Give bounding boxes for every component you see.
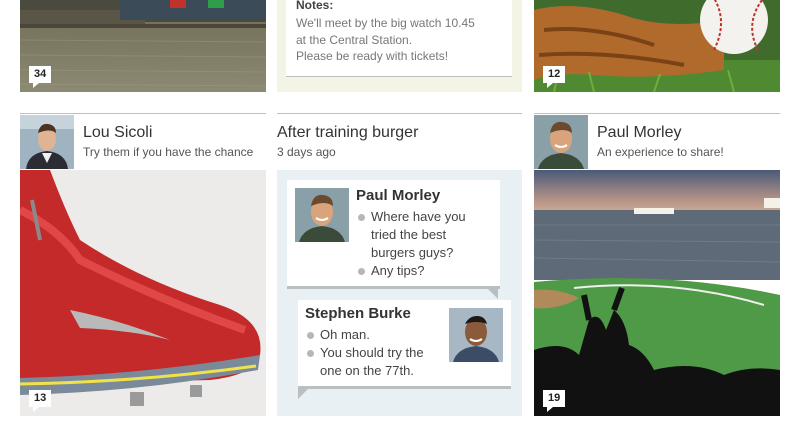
notes-card: Notes: We'll meet by the big watch 10.45…	[277, 0, 522, 92]
comment-count: 13	[34, 392, 47, 404]
post-divider	[534, 113, 780, 114]
message-item: Any tips?	[356, 262, 486, 280]
comment-count: 12	[548, 68, 561, 80]
comment-count-badge[interactable]: 13	[29, 390, 52, 412]
avatar-image	[534, 115, 588, 169]
bubble-tail	[488, 289, 498, 299]
comment-count: 34	[34, 68, 47, 80]
post-subtitle: Try them if you have the chance	[83, 145, 254, 159]
avatar[interactable]	[295, 188, 349, 242]
post-divider	[277, 113, 522, 114]
comment-count: 19	[548, 392, 561, 404]
post-author[interactable]: Lou Sicoli	[83, 124, 152, 142]
post-author[interactable]: Paul Morley	[597, 124, 681, 142]
comment-count-badge[interactable]: 34	[29, 66, 52, 88]
baseball-photo[interactable]	[534, 0, 780, 92]
red-cleat-image	[20, 170, 266, 416]
baseball-glove-image	[534, 0, 780, 92]
message-item: Where have you tried the best burgers gu…	[356, 208, 486, 262]
stadium-image	[534, 170, 780, 416]
avatar-image	[295, 188, 349, 242]
avatar[interactable]	[534, 115, 588, 169]
post-subtitle: An experience to share!	[597, 145, 724, 159]
post-photo[interactable]	[534, 170, 780, 416]
post-divider	[20, 113, 266, 114]
avatar-image	[449, 308, 503, 362]
notes-heading: Notes:	[296, 0, 334, 12]
post-photo[interactable]	[20, 170, 266, 416]
message-author[interactable]: Paul Morley	[356, 187, 440, 204]
bubble-tail	[298, 389, 308, 399]
avatar[interactable]	[449, 308, 503, 362]
post-title[interactable]: After training burger	[277, 124, 418, 142]
comment-count-badge[interactable]: 12	[543, 66, 566, 88]
harbor-photo[interactable]	[20, 0, 266, 92]
message-item: You should try the one on the 77th.	[305, 344, 447, 380]
message-bubble[interactable]: Stephen Burke Oh man. You should try the…	[298, 300, 511, 386]
message-list: Oh man. You should try the one on the 77…	[305, 326, 447, 380]
notes-line: Please be ready with tickets!	[296, 49, 449, 63]
notes-line: at the Central Station.	[296, 33, 413, 47]
notes-line: We'll meet by the big watch 10.45	[296, 16, 475, 30]
post-time: 3 days ago	[277, 145, 336, 159]
message-bubble[interactable]: Paul Morley Where have you tried the bes…	[287, 180, 500, 286]
comment-count-badge[interactable]: 19	[543, 390, 566, 412]
harbor-image	[20, 0, 266, 92]
message-list: Where have you tried the best burgers gu…	[356, 208, 486, 280]
message-author[interactable]: Stephen Burke	[305, 305, 411, 322]
avatar[interactable]	[20, 115, 74, 169]
message-item: Oh man.	[305, 326, 447, 344]
avatar-image	[20, 115, 74, 169]
